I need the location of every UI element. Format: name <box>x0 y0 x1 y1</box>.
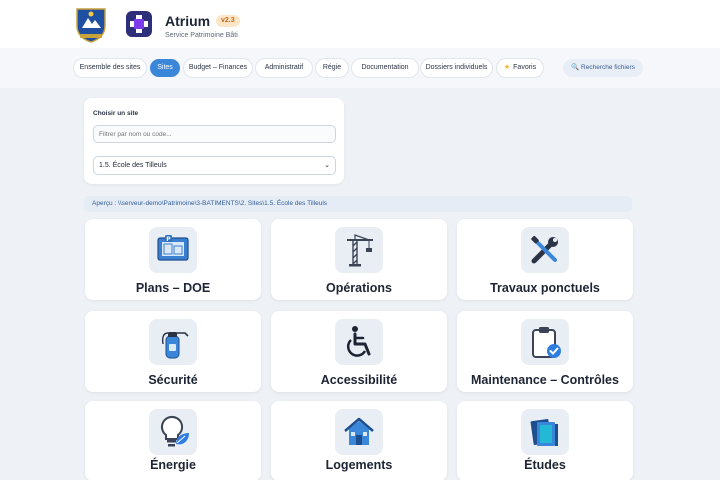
tab-administratif[interactable]: Administratif <box>256 59 312 77</box>
tab-ensemble-des-sites[interactable]: Ensemble des sites <box>74 59 146 77</box>
tile-energie[interactable]: Énergie <box>85 401 261 480</box>
tab-favoris[interactable]: ★ Favoris <box>497 59 543 77</box>
chevron-down-icon: ⌄ <box>324 162 330 169</box>
main-nav: Ensemble des sites Sites Budget – Financ… <box>0 48 720 88</box>
svg-text:P: P <box>166 236 171 243</box>
tile-label: Logements <box>325 458 393 472</box>
app-title: Atrium <box>165 13 211 29</box>
tile-accessibilite[interactable]: Accessibilité <box>271 311 447 392</box>
site-select[interactable]: 1.5. École des Tilleuls ⌄ <box>93 156 336 175</box>
tab-favoris-label: Favoris <box>513 64 537 71</box>
tile-label: Énergie <box>150 458 196 472</box>
app-subtitle: Service Patrimoine Bâti <box>165 32 238 39</box>
tab-dossiers-individuels[interactable]: Dossiers individuels <box>421 59 492 77</box>
tile-securite[interactable]: Sécurité <box>85 311 261 392</box>
tile-plans-doe[interactable]: P Plans – DOE <box>85 219 261 300</box>
tile-maintenance-controles[interactable]: Maintenance – Contrôles <box>457 311 633 392</box>
city-crest-logo <box>76 8 106 43</box>
tab-documentation[interactable]: Documentation <box>352 59 418 77</box>
tile-label: Opérations <box>326 281 392 295</box>
app-header: Atrium v2.3 Service Patrimoine Bâti <box>0 0 720 48</box>
tile-label: Maintenance – Contrôles <box>471 373 619 387</box>
star-icon: ★ <box>503 64 511 71</box>
fire-extinguisher-icon <box>161 332 189 359</box>
tab-regie[interactable]: Régie <box>316 59 348 77</box>
lightbulb-leaf-icon <box>160 415 189 447</box>
site-picker-label: Choisir un site <box>93 110 139 117</box>
tile-etudes[interactable]: Études <box>457 401 633 480</box>
books-icon <box>530 418 558 446</box>
tile-label: Sécurité <box>148 373 198 387</box>
crane-icon <box>347 234 373 267</box>
blueprint-icon: P <box>157 235 189 261</box>
tab-sites[interactable]: Sites <box>150 59 180 77</box>
tile-label: Travaux ponctuels <box>490 281 600 295</box>
tile-logements[interactable]: Logements <box>271 401 447 480</box>
tile-label: Études <box>524 458 566 472</box>
tile-label: Accessibilité <box>320 373 398 387</box>
tab-budget-finances[interactable]: Budget – Finances <box>184 59 252 77</box>
site-filter-input[interactable] <box>93 125 336 143</box>
tile-travaux-ponctuels[interactable]: Travaux ponctuels <box>457 219 633 300</box>
house-icon <box>344 417 374 445</box>
path-preview: Aperçu : \\serveur-demo\Patrimoine\3-BAT… <box>84 196 632 212</box>
tile-operations[interactable]: Opérations <box>271 219 447 300</box>
site-select-value: 1.5. École des Tilleuls <box>99 162 167 169</box>
site-picker-card: Choisir un site 1.5. École des Tilleuls … <box>84 98 344 184</box>
app-logo <box>126 11 152 37</box>
tile-label: Plans – DOE <box>135 281 211 295</box>
wheelchair-icon <box>346 326 371 357</box>
search-files-button[interactable]: 🔍 Recherche fichiers <box>563 59 643 77</box>
version-badge: v2.3 <box>216 15 240 27</box>
clipboard-check-icon <box>532 327 561 358</box>
tools-icon <box>531 235 558 264</box>
